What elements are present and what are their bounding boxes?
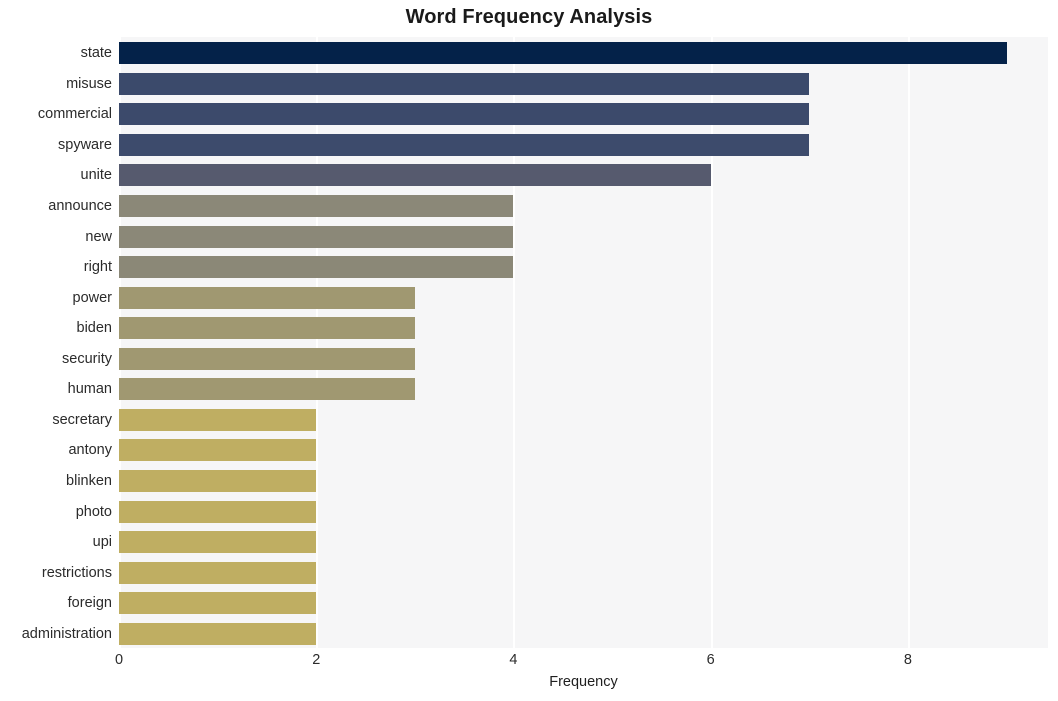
x-axis-tick-label: 4 (509, 652, 518, 668)
y-axis-tick-label: human (67, 381, 112, 398)
y-axis-tick-label: spyware (58, 136, 112, 153)
y-axis-tick-label: commercial (37, 106, 112, 123)
y-axis-tick-label: misuse (66, 75, 112, 92)
bar[interactable] (119, 347, 415, 370)
bar[interactable] (119, 195, 514, 218)
bar[interactable] (119, 469, 317, 492)
y-axis-tick-label: right (83, 259, 112, 276)
y-axis-tick-label: blinken (66, 472, 112, 489)
y-axis-tick-label: security (62, 350, 112, 367)
x-axis-tick-label: 6 (706, 652, 715, 668)
bar[interactable] (119, 72, 810, 95)
x-axis-tick-label: 2 (312, 652, 321, 668)
bar[interactable] (119, 103, 810, 126)
y-axis-tick-label: power (72, 289, 113, 306)
bar[interactable] (119, 42, 1007, 65)
bar[interactable] (119, 408, 317, 431)
y-axis-tick-label: upi (92, 534, 112, 551)
y-axis-tick-label: unite (80, 167, 112, 184)
y-axis-tick-label: restrictions (41, 564, 112, 581)
bar[interactable] (119, 164, 711, 187)
bar[interactable] (119, 531, 317, 554)
bar[interactable] (119, 225, 514, 248)
y-axis-tick-label: state (80, 45, 112, 62)
bar[interactable] (119, 317, 415, 340)
bar[interactable] (119, 133, 810, 156)
y-axis-tick-label: secretary (52, 411, 112, 428)
bar[interactable] (119, 592, 317, 615)
y-axis-tick-label: new (85, 228, 112, 245)
y-axis-tick-label: administration (21, 625, 112, 642)
bar[interactable] (119, 378, 415, 401)
page-title: Word Frequency Analysis (405, 6, 653, 28)
y-axis-tick-label: antony (68, 442, 112, 459)
plot-area (119, 37, 1048, 648)
bar[interactable] (119, 622, 317, 645)
y-axis-tick-label: announce (48, 198, 112, 215)
bar[interactable] (119, 500, 317, 523)
x-axis-title: Frequency (549, 674, 618, 690)
x-axis-ticks: 0 2 4 6 8 (115, 650, 1048, 672)
y-axis-tick-label: photo (75, 503, 112, 520)
bar[interactable] (119, 439, 317, 462)
y-axis-tick-label: foreign (67, 595, 112, 612)
bar[interactable] (119, 256, 514, 279)
bar[interactable] (119, 286, 415, 309)
y-axis-labels: state misuse commercial spyware unite announc… (0, 37, 112, 648)
bars-container (119, 37, 1048, 648)
x-axis-tick-label: 0 (114, 652, 124, 668)
y-axis-tick-label: biden (76, 320, 112, 337)
x-axis-tick-label: 8 (903, 652, 912, 668)
bar[interactable] (119, 561, 317, 584)
word-frequency-chart-figure: Word Frequency Analysis state misuse comme… (0, 0, 1058, 701)
